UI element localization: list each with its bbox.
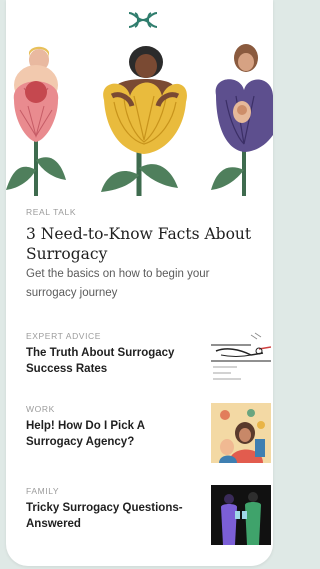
article-kicker: EXPERT ADVICE: [26, 331, 102, 341]
phone-users-illustration-icon[interactable]: [211, 485, 271, 545]
yellow-flower-figure: [101, 46, 187, 196]
hero-title[interactable]: 3 Need-to-Know Facts About Surrogacy: [26, 224, 256, 264]
list-item[interactable]: WORK Help! How Do I Pick A Surrogacy Age…: [26, 403, 271, 474]
article-kicker: WORK: [26, 404, 55, 414]
article-kicker: FAMILY: [26, 486, 60, 496]
hero-illustration[interactable]: [6, 40, 273, 196]
brand-logo-icon[interactable]: [127, 10, 159, 30]
article-title[interactable]: The Truth About Surrogacy Success Rates: [26, 345, 196, 377]
family-illustration-icon[interactable]: [211, 403, 271, 463]
list-item[interactable]: EXPERT ADVICE The Truth About Surrogacy …: [26, 327, 271, 401]
purple-flower-figure: [211, 44, 273, 196]
hero-subtitle: Get the basics on how to begin your surr…: [26, 268, 210, 299]
list-item[interactable]: FAMILY Tricky Surrogacy Questions-Answer…: [26, 485, 271, 556]
article-title[interactable]: Help! How Do I Pick A Surrogacy Agency?: [26, 418, 196, 450]
article-title[interactable]: Tricky Surrogacy Questions-Answered: [26, 500, 196, 532]
hero-kicker: REAL TALK: [26, 207, 77, 217]
app-screen: REAL TALK 3 Need-to-Know Facts About Sur…: [6, 0, 273, 566]
stork-illustration-icon[interactable]: [211, 327, 271, 387]
pink-flower-figure: [6, 46, 66, 196]
